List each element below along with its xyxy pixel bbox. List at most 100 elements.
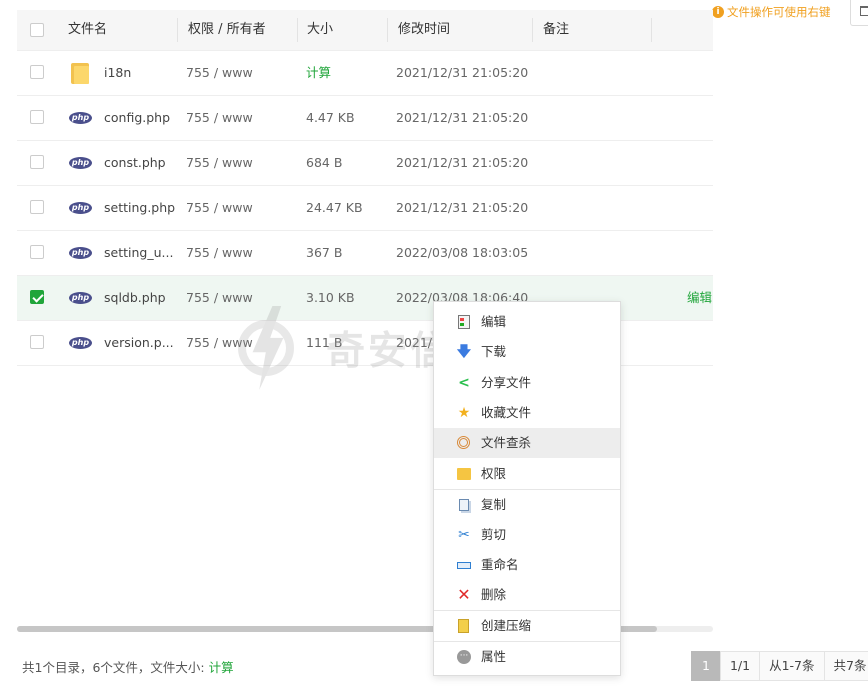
- menu-item-label: 重命名: [481, 557, 519, 572]
- file-size: 4.47 KB: [306, 110, 355, 125]
- table-row[interactable]: php setting.php 755 / www 24.47 KB 2021/12/3…: [17, 186, 713, 231]
- star-icon: ★: [457, 405, 471, 421]
- column-divider[interactable]: [297, 18, 298, 42]
- menu-item[interactable]: 编辑: [434, 307, 620, 337]
- file-name[interactable]: version.p...: [104, 321, 174, 365]
- file-op-tip-text: 文件操作可使用右键: [727, 5, 831, 19]
- more-dots-icon: ···: [456, 649, 472, 665]
- menu-item[interactable]: ··· 属性: [434, 642, 620, 672]
- menu-item[interactable]: ✂ 剪切: [434, 520, 620, 550]
- page-total: 共7条: [823, 651, 868, 681]
- download-icon: 🡇: [456, 344, 472, 360]
- table-row[interactable]: i18n 755 / www 计算 2021/12/31 21:05:20: [17, 51, 713, 96]
- file-name[interactable]: config.php: [104, 96, 170, 140]
- menu-item[interactable]: 文件查杀: [434, 428, 620, 458]
- column-divider[interactable]: [651, 18, 652, 42]
- menu-item-label: 收藏文件: [481, 405, 532, 420]
- column-header-mtime[interactable]: 修改时间: [398, 10, 450, 50]
- page-current[interactable]: 1: [691, 651, 721, 681]
- calculate-size-link[interactable]: 计算: [306, 51, 331, 95]
- table-row[interactable]: php config.php 755 / www 4.47 KB 2021/12/31 …: [17, 96, 713, 141]
- file-permission[interactable]: 755 / www: [186, 231, 253, 275]
- file-mtime: 2022/03/08 18:03:05: [396, 245, 529, 260]
- menu-item[interactable]: ★ 收藏文件: [434, 398, 620, 428]
- menu-item[interactable]: 复制: [434, 490, 620, 520]
- file-permission[interactable]: 755 / www: [186, 51, 253, 95]
- file-permission[interactable]: 755 / www: [186, 96, 253, 140]
- edit-link[interactable]: 编辑: [687, 276, 712, 320]
- row-checkbox[interactable]: [30, 200, 44, 214]
- row-checkbox[interactable]: [30, 155, 44, 169]
- menu-item-label: 编辑: [481, 314, 507, 329]
- file-name[interactable]: i18n: [104, 51, 131, 95]
- menu-item-label: 分享文件: [481, 375, 532, 390]
- menu-item[interactable]: 重命名: [434, 550, 620, 580]
- file-size: 24.47 KB: [306, 200, 363, 215]
- menu-item[interactable]: 权限: [434, 459, 620, 489]
- php-file-icon: php: [69, 292, 92, 304]
- row-checkbox[interactable]: [30, 335, 44, 349]
- file-name[interactable]: const.php: [104, 141, 166, 185]
- file-mtime: 2021/12/31 21:05:20: [396, 155, 529, 170]
- share-icon: <: [458, 375, 470, 391]
- file-name[interactable]: sqldb.php: [104, 276, 166, 320]
- column-header-name[interactable]: 文件名: [68, 10, 107, 50]
- file-mtime: 2021/12/31 21:05:20: [396, 110, 529, 125]
- file-name[interactable]: setting_u...: [104, 231, 173, 275]
- column-divider[interactable]: [177, 18, 178, 42]
- menu-item-label: 下载: [481, 344, 507, 359]
- column-divider[interactable]: [387, 18, 388, 42]
- menu-item-label: 剪切: [481, 527, 507, 542]
- row-checkbox[interactable]: [30, 245, 44, 259]
- php-file-icon: php: [69, 202, 92, 214]
- permission-folder-icon: [456, 466, 472, 482]
- file-name[interactable]: setting.php: [104, 186, 175, 230]
- select-all-checkbox[interactable]: [30, 23, 44, 37]
- recycle-bin-button[interactable]: [850, 0, 868, 26]
- folder-icon: [71, 63, 89, 84]
- row-checkbox[interactable]: [30, 110, 44, 124]
- php-file-icon: php: [69, 337, 92, 349]
- menu-item-label: 权限: [481, 466, 507, 481]
- file-permission[interactable]: 755 / www: [186, 276, 253, 320]
- calculate-size-link[interactable]: 计算: [209, 660, 234, 675]
- menu-item[interactable]: < 分享文件: [434, 368, 620, 398]
- menu-item-label: 删除: [481, 587, 507, 602]
- menu-item[interactable]: 创建压缩: [434, 611, 620, 641]
- column-divider[interactable]: [532, 18, 533, 42]
- menu-item-label: 文件查杀: [481, 435, 532, 450]
- footer-summary: 共1个目录，6个文件，文件大小: 计算: [22, 657, 234, 676]
- file-permission[interactable]: 755 / www: [186, 186, 253, 230]
- file-permission[interactable]: 755 / www: [186, 321, 253, 365]
- row-checkbox[interactable]: [30, 65, 44, 79]
- table-header: 文件名 权限 / 所有者 大小 修改时间 备注: [17, 10, 713, 51]
- file-size: 684 B: [306, 155, 343, 170]
- menu-item[interactable]: ✕ 删除: [434, 580, 620, 610]
- menu-item[interactable]: 🡇 下载: [434, 337, 620, 367]
- file-mtime: 2021/: [396, 335, 433, 350]
- row-checkbox[interactable]: [30, 290, 44, 304]
- table-row[interactable]: php setting_u... 755 / www 367 B 2022/03/08 …: [17, 231, 713, 276]
- pagination: 1 1/1 从1-7条 共7条: [691, 651, 868, 681]
- context-menu: 编辑 🡇 下载 < 分享文件 ★ 收藏文件文件查杀权限复制 ✂ 剪切重命名 ✕ 删除创建压缩 ··· 属…: [433, 301, 621, 676]
- virus-scan-icon: [456, 435, 472, 451]
- file-size: 3.10 KB: [306, 290, 355, 305]
- trash-icon: [860, 6, 868, 16]
- table-row[interactable]: php const.php 755 / www 684 B 2021/12/31 21:…: [17, 141, 713, 186]
- archive-icon: [456, 618, 472, 634]
- file-size: 111 B: [306, 335, 343, 350]
- rename-icon: [456, 557, 472, 573]
- delete-x-icon: ✕: [457, 585, 471, 604]
- php-file-icon: php: [69, 247, 92, 259]
- column-header-permission[interactable]: 权限 / 所有者: [188, 10, 266, 50]
- column-header-size[interactable]: 大小: [307, 10, 333, 50]
- file-mtime: 2021/12/31 21:05:20: [396, 200, 529, 215]
- info-circle-icon: i: [712, 6, 724, 18]
- file-permission[interactable]: 755 / www: [186, 141, 253, 185]
- column-header-note: 备注: [543, 22, 570, 37]
- copy-icon: [456, 497, 472, 513]
- php-file-icon: php: [69, 112, 92, 124]
- menu-item-label: 创建压缩: [481, 618, 532, 633]
- file-op-tip: i 文件操作可使用右键: [712, 3, 831, 21]
- file-size: 367 B: [306, 245, 343, 260]
